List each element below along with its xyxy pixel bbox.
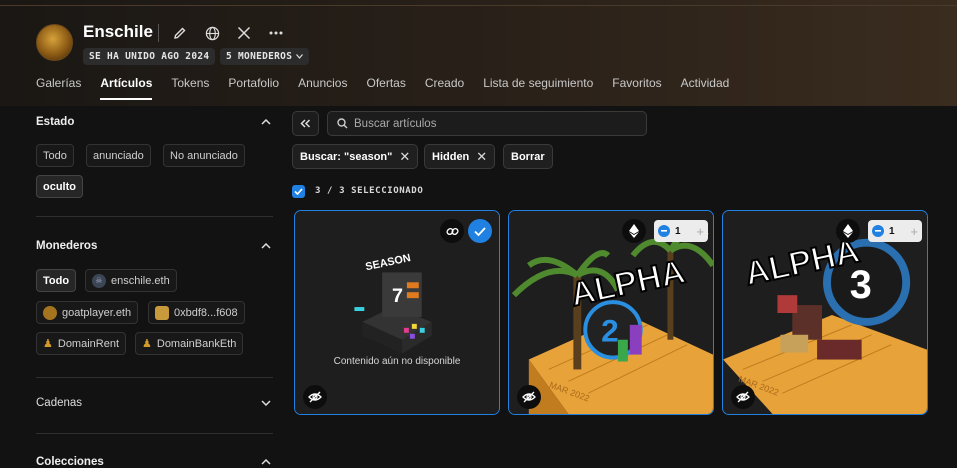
minus-icon[interactable] (872, 225, 884, 237)
wallet-avatar-icon: ☠ (92, 273, 106, 288)
monedero-option-domainbanketh[interactable]: ♟ DomainBankEth (135, 332, 244, 355)
search-icon (337, 118, 348, 129)
chevron-up-icon (259, 239, 273, 253)
colecciones-section-header[interactable]: Colecciones (36, 452, 273, 468)
plus-icon[interactable]: + (910, 225, 918, 238)
wallet-avatar-icon (155, 305, 169, 320)
quantity-value: 1 (675, 225, 681, 237)
tab-ofertas[interactable]: Ofertas (366, 76, 405, 100)
chain-link-icon (440, 219, 464, 243)
svg-text:7: 7 (392, 285, 403, 307)
estado-option-no-anunciado[interactable]: No anunciado (163, 144, 245, 167)
wallets-dropdown[interactable]: 5 MONEDEROS (220, 48, 310, 65)
filter-chip-hidden[interactable]: Hidden ✕ (424, 144, 496, 169)
more-options-icon[interactable] (266, 23, 286, 43)
hidden-eye-icon[interactable] (517, 385, 541, 409)
wallet-label: 0xbdf8...f608 (174, 306, 238, 319)
estado-section-header[interactable]: Estado (36, 112, 273, 132)
profile-tabs: Galerías Artículos Tokens Portafolio Anu… (36, 76, 729, 100)
estado-option-oculto[interactable]: oculto (36, 175, 83, 198)
selection-count: 3 / 3 SELECCIONADO (315, 186, 424, 196)
wallet-label: goatplayer.eth (62, 306, 132, 319)
filter-chip-search[interactable]: Buscar: "season" ✕ (292, 144, 419, 169)
wallet-avatar-icon: ♟ (142, 338, 152, 350)
filter-chip-label: Buscar: "season" (300, 150, 393, 163)
tab-favoritos[interactable]: Favoritos (612, 76, 661, 100)
cadenas-title: Cadenas (36, 397, 83, 409)
estado-option-anunciado[interactable]: anunciado (86, 144, 151, 167)
tab-lista-seguimiento[interactable]: Lista de seguimiento (483, 76, 593, 100)
close-icon[interactable]: ✕ (476, 149, 487, 165)
tab-portafolio[interactable]: Portafolio (228, 76, 279, 100)
svg-text:2: 2 (601, 313, 619, 349)
check-icon (294, 187, 303, 195)
selection-row: 3 / 3 SELECCIONADO (292, 183, 423, 199)
search-box[interactable] (327, 111, 647, 136)
clear-filters-button[interactable]: Borrar (503, 144, 553, 169)
tab-creado[interactable]: Creado (425, 76, 464, 100)
nft-card-1[interactable]: SEASON 7 Contenido aún no disponible (294, 210, 500, 415)
x-twitter-icon[interactable] (234, 23, 254, 43)
colecciones-title: Colecciones (36, 456, 104, 468)
avatar[interactable] (36, 24, 73, 61)
wallet-avatar-icon: ♟ (43, 338, 53, 350)
monederos-section-header[interactable]: Monederos (36, 236, 273, 256)
monedero-option-goatplayer[interactable]: goatplayer.eth (36, 301, 139, 324)
quantity-value: 1 (889, 225, 895, 237)
estado-title: Estado (36, 116, 75, 128)
monedero-option-0xbdf8[interactable]: 0xbdf8...f608 (148, 301, 245, 324)
wallet-label: DomainRent (57, 337, 120, 350)
header-top-border (0, 5, 957, 6)
tab-tokens[interactable]: Tokens (171, 76, 209, 100)
tab-articulos[interactable]: Artículos (100, 76, 153, 100)
monedero-option-todo[interactable]: Todo (36, 269, 77, 292)
estado-option-todo[interactable]: Todo (36, 144, 74, 167)
collapse-sidebar-button[interactable] (292, 111, 319, 136)
double-chevron-left-icon (300, 119, 311, 128)
search-input[interactable] (354, 117, 634, 130)
quantity-stepper[interactable]: 1 + (654, 220, 708, 242)
header-separator (158, 24, 159, 42)
section-divider (36, 216, 273, 217)
joined-badge: SE HA UNIDO AGO 2024 (83, 48, 216, 65)
hidden-eye-icon[interactable] (731, 385, 755, 409)
nft-card-2[interactable]: MAR 2022 2 ALPHA 1 + (508, 210, 714, 415)
ethereum-icon (836, 219, 860, 243)
minus-icon[interactable] (658, 225, 670, 237)
chevron-down-icon (259, 396, 273, 410)
nft-card-3[interactable]: MAR 2022 3 ALPHA 1 + (722, 210, 928, 415)
wallet-label: DomainBankEth (156, 337, 237, 350)
cadenas-section-header[interactable]: Cadenas (36, 393, 273, 413)
season-pass-image: SEASON 7 (295, 211, 499, 414)
select-all-checkbox[interactable] (292, 184, 305, 198)
hidden-eye-icon[interactable] (303, 385, 327, 409)
plus-icon[interactable]: + (696, 225, 704, 238)
chevron-down-icon (296, 54, 304, 59)
monedero-option-enschile[interactable]: ☠ enschile.eth (85, 269, 177, 292)
globe-icon[interactable] (202, 23, 222, 43)
profile-name: Enschile (83, 22, 153, 41)
ethereum-icon (622, 219, 646, 243)
filter-chip-label: Hidden (432, 150, 470, 163)
monedero-option-domainrent[interactable]: ♟ DomainRent (36, 332, 127, 355)
wallets-count: 5 MONEDEROS (226, 51, 293, 62)
monederos-title: Monederos (36, 240, 98, 252)
wallet-label: enschile.eth (111, 274, 170, 287)
close-icon[interactable]: ✕ (399, 149, 410, 165)
tab-anuncios[interactable]: Anuncios (298, 76, 347, 100)
content-unavailable-text: Contenido aún no disponible (333, 356, 461, 367)
edit-icon[interactable] (170, 23, 190, 43)
chevron-up-icon (259, 115, 273, 129)
section-divider (36, 377, 273, 378)
tab-actividad[interactable]: Actividad (681, 76, 730, 100)
chevron-up-icon (259, 455, 273, 468)
section-divider (36, 433, 273, 434)
quantity-stepper[interactable]: 1 + (868, 220, 922, 242)
tab-galerias[interactable]: Galerías (36, 76, 81, 100)
selected-check-icon[interactable] (468, 219, 492, 243)
wallet-avatar-icon (43, 305, 57, 320)
